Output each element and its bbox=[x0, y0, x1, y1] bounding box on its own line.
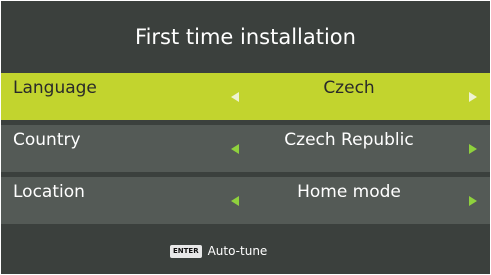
auto-tune-label: Auto-tune bbox=[207, 244, 268, 258]
arrow-right-icon[interactable] bbox=[469, 92, 477, 102]
setting-value: Czech bbox=[323, 78, 375, 98]
setting-label: Language bbox=[13, 78, 97, 98]
footer-hint-bar: ENTER Auto-tune bbox=[1, 229, 490, 274]
setting-label: Country bbox=[13, 130, 81, 150]
setting-row-language[interactable]: Language Czech bbox=[1, 73, 490, 120]
setting-value: Home mode bbox=[297, 182, 401, 202]
auto-tune-hint[interactable]: ENTER Auto-tune bbox=[170, 243, 267, 259]
arrow-left-icon[interactable] bbox=[231, 144, 239, 154]
arrow-right-icon[interactable] bbox=[469, 196, 477, 206]
setting-row-country[interactable]: Country Czech Republic bbox=[1, 125, 490, 172]
setting-value: Czech Republic bbox=[284, 130, 414, 150]
tv-screen: First time installation Language Czech C… bbox=[0, 0, 491, 275]
enter-key-icon: ENTER bbox=[170, 245, 202, 258]
arrow-left-icon[interactable] bbox=[231, 92, 239, 102]
arrow-left-icon[interactable] bbox=[231, 196, 239, 206]
arrow-right-icon[interactable] bbox=[469, 144, 477, 154]
setting-label: Location bbox=[13, 182, 85, 202]
installation-dialog: First time installation Language Czech C… bbox=[1, 1, 490, 274]
dialog-title: First time installation bbox=[135, 25, 356, 49]
setting-row-location[interactable]: Location Home mode bbox=[1, 177, 490, 224]
